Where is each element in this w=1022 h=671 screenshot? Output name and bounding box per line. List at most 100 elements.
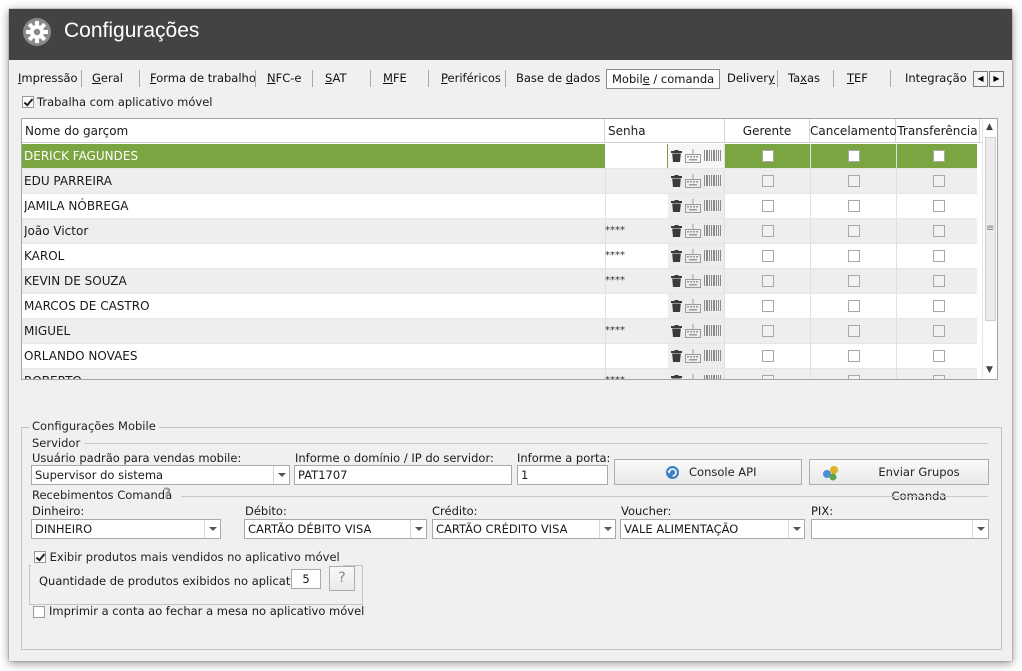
transfer-checkbox[interactable] xyxy=(933,275,945,287)
keyboard-icon[interactable] xyxy=(685,324,701,338)
transfer-checkbox[interactable] xyxy=(933,325,945,337)
cancel-checkbox[interactable] xyxy=(848,350,860,362)
trash-icon[interactable] xyxy=(671,175,682,187)
keyboard-icon[interactable] xyxy=(685,349,701,363)
table-row[interactable]: KEVIN DE SOUZA **** xyxy=(22,269,977,294)
table-row[interactable]: DERICK FAGUNDES xyxy=(22,144,977,169)
keyboard-icon[interactable] xyxy=(685,199,701,213)
trash-icon[interactable] xyxy=(671,250,682,262)
column-header-cancel[interactable]: Cancelamento xyxy=(810,119,897,143)
transfer-checkbox[interactable] xyxy=(933,375,945,379)
table-row[interactable]: JAMILA NÓBREGA xyxy=(22,194,977,219)
cancel-checkbox[interactable] xyxy=(848,225,860,237)
waiter-password[interactable] xyxy=(605,194,667,218)
grid-scrollbar[interactable]: ▲ ≡ ▼ xyxy=(982,119,997,379)
waiter-password[interactable] xyxy=(605,144,667,168)
cancel-checkbox[interactable] xyxy=(848,300,860,312)
tab-forma-de-trabalho[interactable]: Forma de trabalho xyxy=(150,68,256,90)
barcode-icon[interactable] xyxy=(704,200,721,211)
mobile-app-checkbox[interactable] xyxy=(22,96,34,108)
tab-perifericos[interactable]: Periféricos xyxy=(441,68,501,90)
manager-checkbox[interactable] xyxy=(762,350,774,362)
manager-checkbox[interactable] xyxy=(762,300,774,312)
transfer-checkbox[interactable] xyxy=(933,175,945,187)
barcode-icon[interactable] xyxy=(704,325,721,336)
transfer-checkbox[interactable] xyxy=(933,300,945,312)
default-user-select[interactable]: Supervisor do sistema xyxy=(31,465,290,485)
transfer-checkbox[interactable] xyxy=(933,200,945,212)
table-row[interactable]: MIGUEL **** xyxy=(22,319,977,344)
transfer-checkbox[interactable] xyxy=(933,225,945,237)
cash-select[interactable]: DINHEIRO xyxy=(31,519,221,539)
tab-geral[interactable]: Geral xyxy=(92,68,123,90)
keyboard-icon[interactable] xyxy=(685,149,701,163)
chevron-down-icon[interactable] xyxy=(972,520,988,538)
waiter-password[interactable]: **** xyxy=(605,269,667,293)
chevron-down-icon[interactable] xyxy=(788,520,804,538)
tab-scroll-left-button[interactable]: ◀ xyxy=(973,71,988,87)
manager-checkbox[interactable] xyxy=(762,375,774,379)
tab-mfe[interactable]: MFE xyxy=(383,68,407,90)
print-on-close-checkbox[interactable] xyxy=(33,606,45,618)
transfer-checkbox[interactable] xyxy=(933,150,945,162)
trash-icon[interactable] xyxy=(671,300,682,312)
manager-checkbox[interactable] xyxy=(762,175,774,187)
barcode-icon[interactable] xyxy=(704,150,721,161)
table-row[interactable]: João Victor **** xyxy=(22,219,977,244)
console-api-button[interactable]: Console API xyxy=(614,459,802,485)
best-sellers-checkbox[interactable] xyxy=(34,551,46,563)
barcode-icon[interactable] xyxy=(704,250,721,261)
tab-nfce[interactable]: NFC-e xyxy=(267,68,301,90)
table-row[interactable]: ROBERTO**** xyxy=(22,369,977,380)
manager-checkbox[interactable] xyxy=(762,325,774,337)
cancel-checkbox[interactable] xyxy=(848,325,860,337)
tab-tef[interactable]: TEF xyxy=(847,68,868,90)
cancel-checkbox[interactable] xyxy=(848,250,860,262)
trash-icon[interactable] xyxy=(671,275,682,287)
tab-mobile-comanda[interactable]: Mobile / comanda xyxy=(606,69,721,89)
table-row[interactable]: ORLANDO NOVAES xyxy=(22,344,977,369)
trash-icon[interactable] xyxy=(671,325,682,337)
tab-integracao[interactable]: Integração xyxy=(905,68,967,90)
manager-checkbox[interactable] xyxy=(762,250,774,262)
cancel-checkbox[interactable] xyxy=(848,375,860,379)
port-input[interactable]: 1 xyxy=(517,465,608,485)
quantity-input[interactable]: 5 xyxy=(291,569,321,589)
scroll-down-icon[interactable]: ▼ xyxy=(986,365,993,375)
barcode-icon[interactable] xyxy=(704,300,721,311)
barcode-icon[interactable] xyxy=(704,375,721,380)
help-icon[interactable]: ? xyxy=(163,486,171,502)
waiter-password[interactable] xyxy=(605,169,667,193)
chevron-down-icon[interactable] xyxy=(204,520,220,538)
chevron-down-icon[interactable] xyxy=(273,466,289,484)
debit-select[interactable]: CARTÃO DÉBITO VISA xyxy=(244,519,427,539)
waiter-password[interactable]: **** xyxy=(605,369,667,379)
keyboard-icon[interactable] xyxy=(685,274,701,288)
waiter-password[interactable]: **** xyxy=(605,319,667,343)
barcode-icon[interactable] xyxy=(704,350,721,361)
barcode-icon[interactable] xyxy=(704,225,721,236)
transfer-checkbox[interactable] xyxy=(933,350,945,362)
cancel-checkbox[interactable] xyxy=(848,175,860,187)
send-groups-button[interactable]: Enviar Grupos Comanda xyxy=(809,459,989,503)
trash-icon[interactable] xyxy=(671,375,682,380)
barcode-icon[interactable] xyxy=(704,275,721,286)
waiter-password[interactable]: **** xyxy=(605,219,667,243)
domain-input[interactable]: PAT1707 xyxy=(294,465,512,485)
manager-checkbox[interactable] xyxy=(762,150,774,162)
pix-select[interactable] xyxy=(811,519,989,539)
table-row[interactable]: MARCOS DE CASTRO xyxy=(22,294,977,319)
quantity-help-button[interactable]: ? xyxy=(329,566,355,591)
scroll-up-icon[interactable]: ▲ xyxy=(986,122,993,132)
keyboard-icon[interactable] xyxy=(685,299,701,313)
manager-checkbox[interactable] xyxy=(762,225,774,237)
barcode-icon[interactable] xyxy=(704,175,721,186)
column-header-manager[interactable]: Gerente xyxy=(725,119,810,143)
cancel-checkbox[interactable] xyxy=(848,275,860,287)
column-header-transfer[interactable]: Transferência xyxy=(896,119,980,143)
column-header-password[interactable]: Senha xyxy=(605,119,725,143)
manager-checkbox[interactable] xyxy=(762,200,774,212)
manager-checkbox[interactable] xyxy=(762,275,774,287)
tab-impressao[interactable]: Impressão xyxy=(18,68,78,90)
tab-taxas[interactable]: Taxas xyxy=(788,68,820,90)
